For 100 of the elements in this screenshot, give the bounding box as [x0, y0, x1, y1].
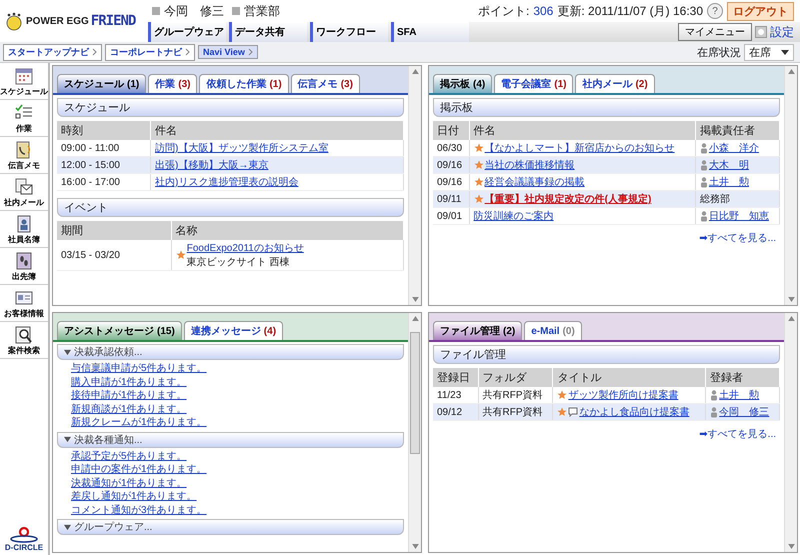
brand-logo: FRIEND: [90, 13, 136, 29]
column-header: 期間: [57, 221, 172, 240]
item-link[interactable]: 今岡 修三: [719, 405, 770, 419]
table-cell-text: 共有RFP資料: [482, 406, 542, 419]
column-header: 件名: [150, 121, 404, 140]
menu-tab[interactable]: SFA: [391, 22, 469, 42]
scroll-down-icon[interactable]: [788, 297, 794, 302]
item-link[interactable]: 日比野 知恵: [708, 209, 769, 223]
see-all-link[interactable]: ➡すべてを見る...: [699, 429, 776, 440]
square-icon: [232, 7, 240, 15]
panel-tab[interactable]: 社内メール (2): [575, 74, 655, 93]
section-header: スケジュール: [57, 98, 404, 117]
item-link[interactable]: 訪問)【大阪】ザッツ製作所システム室: [155, 141, 328, 155]
points-link[interactable]: 306: [533, 4, 554, 18]
table-cell-text: 総務部: [700, 192, 730, 206]
scroll-up-icon[interactable]: [412, 316, 418, 321]
item-link[interactable]: 大木 明: [708, 158, 749, 172]
points-label: ポイント:: [478, 2, 530, 20]
item-link[interactable]: ザッツ製作所向け提案書: [568, 388, 678, 402]
message-link[interactable]: 差戻し通知が1件あります。: [71, 490, 197, 504]
item-link[interactable]: 【なかよしマート】新宿店からのお知らせ: [484, 141, 675, 155]
panel-tab[interactable]: 依頼した作業 (1): [199, 74, 289, 93]
panel-tab[interactable]: 掲示板 (4): [433, 74, 492, 93]
message-link[interactable]: コメント通知が3件あります。: [71, 504, 207, 517]
panel-tab[interactable]: ファイル管理 (2): [433, 321, 522, 340]
calendar-icon: [14, 66, 34, 86]
message-link[interactable]: 決裁通知が1件あります。: [71, 476, 187, 490]
message-link[interactable]: 承認予定が5件あります。: [71, 450, 187, 463]
item-link[interactable]: 土井 勲: [719, 388, 760, 402]
item-link[interactable]: 土井 勲: [708, 175, 749, 189]
scroll-down-icon[interactable]: [788, 544, 794, 549]
message-link[interactable]: 接待申請が1件あります。: [71, 389, 187, 402]
footprints-icon: [14, 251, 34, 271]
message-link[interactable]: 与信稟議申請が5件あります。: [71, 362, 207, 376]
group-header[interactable]: グループウェア...: [57, 519, 404, 535]
item-link[interactable]: 小森 洋介: [708, 141, 759, 155]
egg-mascot-icon: [4, 11, 24, 31]
navi-button[interactable]: スタートアップナビ: [3, 44, 102, 60]
message-link[interactable]: 申請中の案件が1件あります。: [71, 463, 207, 476]
column-header: 掲載責任者: [695, 121, 780, 140]
scroll-up-icon[interactable]: [788, 316, 794, 321]
presence-label: 在席状況: [697, 46, 741, 60]
item-link[interactable]: 出張)【移動】大阪→東京: [155, 158, 268, 172]
section-header: イベント: [57, 198, 404, 217]
table-cell: 09/12: [437, 406, 462, 418]
scroll-up-icon[interactable]: [788, 69, 794, 74]
item-link[interactable]: 当社の株価推移情報: [484, 158, 575, 172]
panel-tab[interactable]: 連携メッセージ (4): [184, 321, 284, 340]
department: 営業部: [244, 2, 280, 20]
item-link[interactable]: なかよし食品向け提案書: [579, 405, 690, 419]
menu-tab[interactable]: グループウェア: [148, 22, 226, 42]
presence-dropdown[interactable]: 在席: [744, 44, 794, 60]
message-link[interactable]: 購入申請が1件あります。: [71, 376, 187, 389]
square-icon: [152, 7, 160, 15]
column-header: 時刻: [57, 121, 151, 140]
scrollbar[interactable]: [408, 66, 421, 305]
menu-tab[interactable]: ワークフロー: [310, 22, 388, 42]
item-link[interactable]: FoodExpo2011のお知らせ: [186, 241, 304, 255]
chevron-icon: [92, 48, 97, 56]
see-all-link[interactable]: ➡すべてを見る...: [699, 233, 776, 244]
updated-time: 更新: 2011/11/07 (月) 16:30: [557, 2, 703, 20]
item-link[interactable]: 防災訓練のご案内: [474, 209, 554, 223]
column-header: タイトル: [552, 368, 706, 387]
scrollbar[interactable]: [408, 313, 421, 552]
footer-logo-text: D-CIRCLE: [4, 543, 44, 552]
my-menu-button[interactable]: マイメニュー: [678, 23, 752, 41]
navi-button[interactable]: Navi View: [198, 45, 258, 59]
mail-icon: [14, 177, 34, 197]
scrollbar[interactable]: [784, 66, 797, 305]
panel-tab[interactable]: スケジュール (1): [57, 74, 146, 93]
table-cell: 11/23: [437, 390, 462, 400]
scroll-down-icon[interactable]: [412, 297, 418, 302]
panel-tab[interactable]: 作業 (3): [148, 74, 198, 93]
navi-button[interactable]: コーポレートナビ: [105, 44, 195, 60]
settings-link[interactable]: 設定: [770, 24, 794, 40]
group-header[interactable]: 決裁各種通知...: [57, 432, 404, 448]
scroll-down-icon[interactable]: [412, 544, 418, 549]
item-link[interactable]: 社内)リスク進捗管理表の説明会: [155, 175, 298, 189]
logo-text: POWER EGG: [26, 16, 89, 26]
table-cell: 12:00 - 15:00: [61, 160, 120, 170]
panel-tab[interactable]: 伝言メモ (3): [290, 74, 360, 93]
group-header[interactable]: 決裁承認依頼...: [57, 344, 404, 360]
column-header: 名称: [171, 221, 404, 240]
item-link[interactable]: 経営会議議事録の掲載: [484, 175, 585, 189]
message-link[interactable]: 新規商談が1件あります。: [71, 402, 187, 416]
scrollbar[interactable]: [784, 313, 797, 552]
panel-tab[interactable]: アシストメッセージ (15): [57, 321, 182, 340]
help-button[interactable]: ?: [707, 3, 723, 19]
table-cell: 09/11: [437, 194, 462, 204]
scroll-up-icon[interactable]: [412, 69, 418, 74]
panel-tab[interactable]: e-Mail (0): [524, 321, 582, 340]
event-location: 東京ビックサイト 西棟: [186, 256, 291, 269]
message-link[interactable]: 新規クレームが1件あります。: [71, 416, 207, 430]
table-cell-text: 共有RFP資料: [482, 388, 542, 402]
menu-tab[interactable]: データ共有: [229, 22, 307, 42]
item-link[interactable]: 【重要】社内規定改定の件(人事規定): [484, 192, 652, 206]
magnifier-icon: [14, 325, 34, 345]
panel-tab[interactable]: 電子会議室 (1): [494, 74, 574, 93]
column-header: フォルダ: [478, 368, 553, 387]
logout-button[interactable]: ログアウト: [727, 2, 794, 20]
